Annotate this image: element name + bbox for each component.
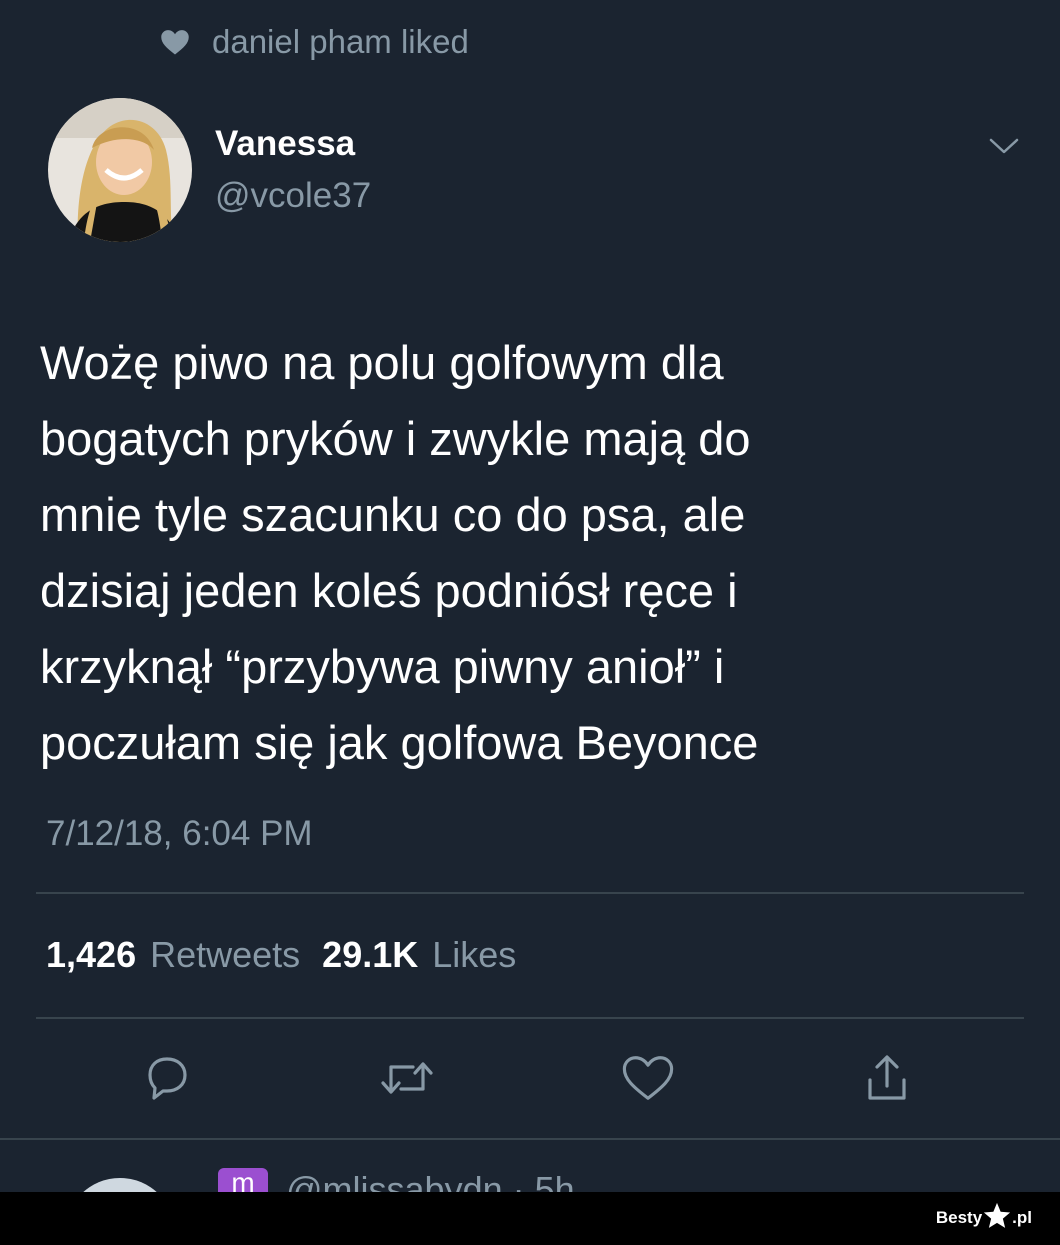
star-icon [982,1201,1012,1236]
reply-button[interactable] [137,1050,197,1110]
reply-avatar[interactable] [65,1178,175,1192]
divider [36,1017,1024,1019]
tweet-stats: 1,426 Retweets 29.1K Likes [46,933,516,977]
retweet-button[interactable] [377,1050,437,1110]
share-icon [865,1052,909,1109]
like-button[interactable] [618,1050,678,1110]
retweet-icon [379,1055,435,1106]
retweets-label: Retweets [150,934,301,975]
likes-stat[interactable]: 29.1K Likes [322,933,516,977]
tweet-detail-screen: daniel pham liked Vanessa @vcole37 Wożę … [0,0,1060,1245]
reply-icon [142,1053,192,1108]
author-handle[interactable]: @vcole37 [215,174,371,218]
social-context-text: daniel pham liked [212,23,469,60]
reply-badge: m [218,1168,268,1192]
watermark-prefix: Besty [935,1208,983,1227]
share-button[interactable] [857,1050,917,1110]
author-display-name[interactable]: Vanessa [215,122,355,166]
watermark-suffix: .pl [1012,1208,1032,1227]
reply-preview[interactable]: m @mlissabydn · 5h [0,1140,1060,1192]
likes-label: Likes [432,934,517,975]
tweet-text: Wożę piwo na polu golfowym dla bogatych … [40,336,759,769]
retweets-stat[interactable]: 1,426 Retweets [46,933,300,977]
likes-count: 29.1K [322,934,419,975]
watermark-bar: Besty .pl [0,1192,1060,1245]
social-context: daniel pham liked [160,22,469,62]
watermark-logo: Besty .pl [936,1200,1032,1236]
heart-icon [160,28,190,56]
author-avatar[interactable] [48,98,192,242]
tweet-menu-button[interactable] [980,130,1028,166]
tweet-timestamp[interactable]: 7/12/18, 6:04 PM [46,812,313,856]
divider [36,892,1024,894]
retweets-count: 1,426 [46,934,137,975]
reply-meta: @mlissabydn · 5h [286,1169,575,1193]
like-icon [621,1053,675,1108]
chevron-down-icon [988,137,1020,160]
